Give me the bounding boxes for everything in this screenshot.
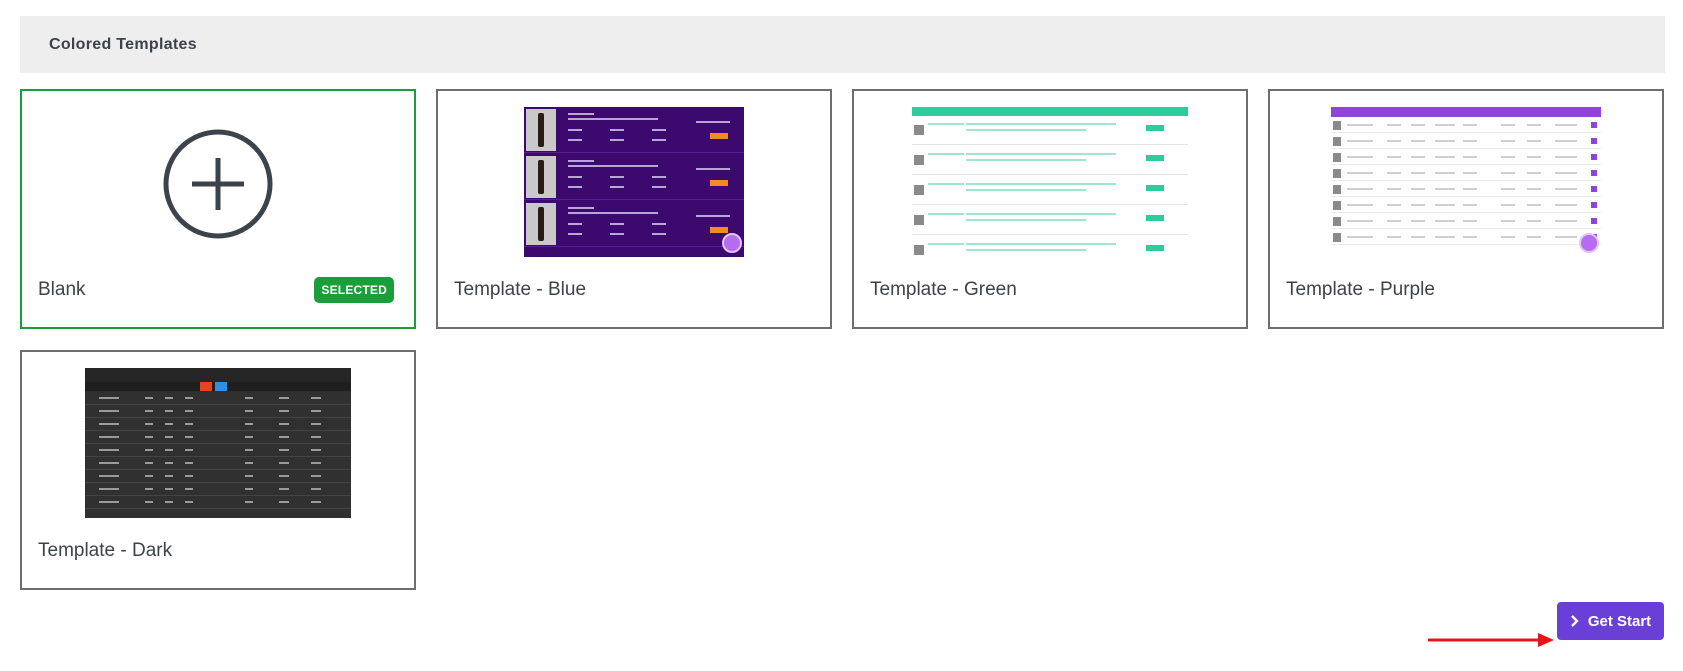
template-card-blue[interactable]: Template - Blue	[436, 89, 832, 329]
template-preview-purple	[1331, 107, 1601, 257]
template-card-green[interactable]: Template - Green	[852, 89, 1248, 329]
template-label: Template - Dark	[38, 540, 173, 561]
template-card-blank[interactable]: Blank SELECTED	[20, 89, 416, 329]
template-card-purple[interactable]: Template - Purple	[1268, 89, 1664, 329]
pointer-arrow-icon	[1428, 633, 1554, 647]
get-start-button[interactable]: Get Start	[1557, 602, 1664, 640]
selected-badge: SELECTED	[314, 277, 394, 303]
plus-circle-icon	[162, 128, 274, 240]
template-label: Blank	[38, 279, 86, 300]
chevron-right-icon	[1570, 615, 1579, 627]
template-preview-blue	[524, 107, 744, 257]
section-title: Colored Templates	[20, 16, 1665, 73]
template-preview-green	[912, 107, 1188, 257]
get-start-label: Get Start	[1587, 612, 1652, 630]
template-preview-dark	[85, 368, 351, 518]
template-label: Template - Blue	[454, 279, 587, 300]
template-card-dark[interactable]: Template - Dark	[20, 350, 416, 590]
template-label: Template - Green	[870, 279, 1017, 300]
template-label: Template - Purple	[1286, 279, 1435, 300]
